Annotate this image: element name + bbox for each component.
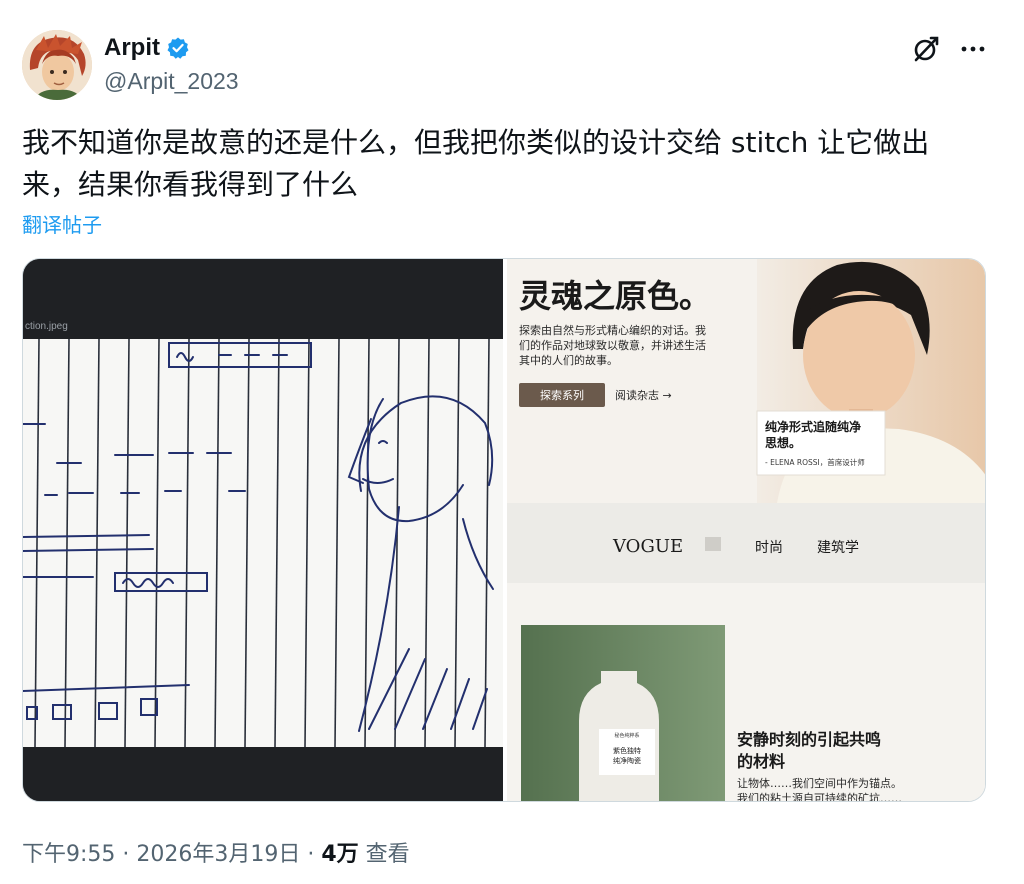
generated-design-image[interactable]: 灵魂之原色。 探索由自然与形式精心编织的对话。我 们的作品对地球致以敬意，并讲述…	[507, 259, 985, 802]
section-body-line-1: 让物体……我们空间中作为锚点。	[737, 776, 902, 790]
sketch-image[interactable]: ction.jpeg	[23, 259, 503, 801]
display-name[interactable]: Arpit	[104, 34, 160, 62]
avatar[interactable]	[22, 30, 92, 100]
section-body-line-2: 我们的粘土源自可持续的矿坑……	[737, 791, 902, 802]
tweet-text: 我不知道你是故意的还是什么，但我把你类似的设计交给 stitch 让它做出来，结…	[22, 126, 930, 201]
quote-author: - ELENA ROSSI，首席设计师	[765, 457, 865, 467]
separator-dot: ·	[115, 842, 137, 867]
hero-body-line-1: 探索由自然与形式精心编织的对话。我	[519, 323, 706, 337]
views-label: 查看	[358, 842, 410, 867]
product-label-2: 纯净陶瓷	[613, 756, 641, 765]
read-magazine-link[interactable]: 阅读杂志 →	[615, 388, 672, 402]
name-row: Arpit	[104, 34, 190, 62]
hero-body-line-2: 们的作品对地球致以敬意，并讲述生活	[519, 338, 706, 352]
avatar-image	[22, 30, 92, 100]
media-container[interactable]: ction.jpeg 灵魂之原色。 探索由自然与形式精心编织的对话。我 们的作品…	[22, 258, 986, 802]
handle[interactable]: @Arpit_2023	[104, 68, 239, 95]
nav-item-architecture[interactable]: 建筑学	[817, 540, 859, 556]
hero-title: 灵魂之原色。	[519, 277, 711, 315]
more-icon[interactable]	[958, 34, 988, 64]
hero-body-line-3: 其中的人们的故事。	[519, 353, 618, 367]
nav-brand[interactable]: VOGUE	[612, 536, 683, 557]
quote-line-2: 思想。	[765, 435, 801, 450]
post-date[interactable]: 2026年3月19日	[136, 842, 300, 867]
nav-square-icon	[705, 537, 721, 551]
quote-line-1: 纯净形式追随纯净	[765, 419, 861, 434]
explore-button-label: 探索系列	[540, 388, 584, 402]
product-label-1: 紫色独特	[613, 746, 641, 755]
tweet-meta: 下午9:55 · 2026年3月19日 · 4万 查看	[22, 836, 410, 868]
tweet-header: Arpit @Arpit_2023	[22, 28, 1002, 102]
separator-dot: ·	[300, 842, 322, 867]
post-time[interactable]: 下午9:55	[22, 842, 115, 867]
section-title-line-1: 安静时刻的引起共鸣	[737, 730, 881, 749]
translate-post-link[interactable]: 翻译帖子	[22, 209, 102, 238]
nav-item-fashion[interactable]: 时尚	[755, 540, 783, 556]
grok-icon[interactable]	[910, 34, 940, 64]
sketch-filename: ction.jpeg	[25, 321, 68, 332]
sketch-drawing: ction.jpeg	[23, 259, 503, 801]
design-mockup: 灵魂之原色。 探索由自然与形式精心编织的对话。我 们的作品对地球致以敬意，并讲述…	[507, 259, 985, 802]
product-brand: 秘色纯粹系	[614, 732, 639, 739]
section-title-line-2: 的材料	[737, 752, 785, 771]
verified-badge-icon	[167, 37, 189, 59]
views-count: 4万	[321, 842, 359, 867]
